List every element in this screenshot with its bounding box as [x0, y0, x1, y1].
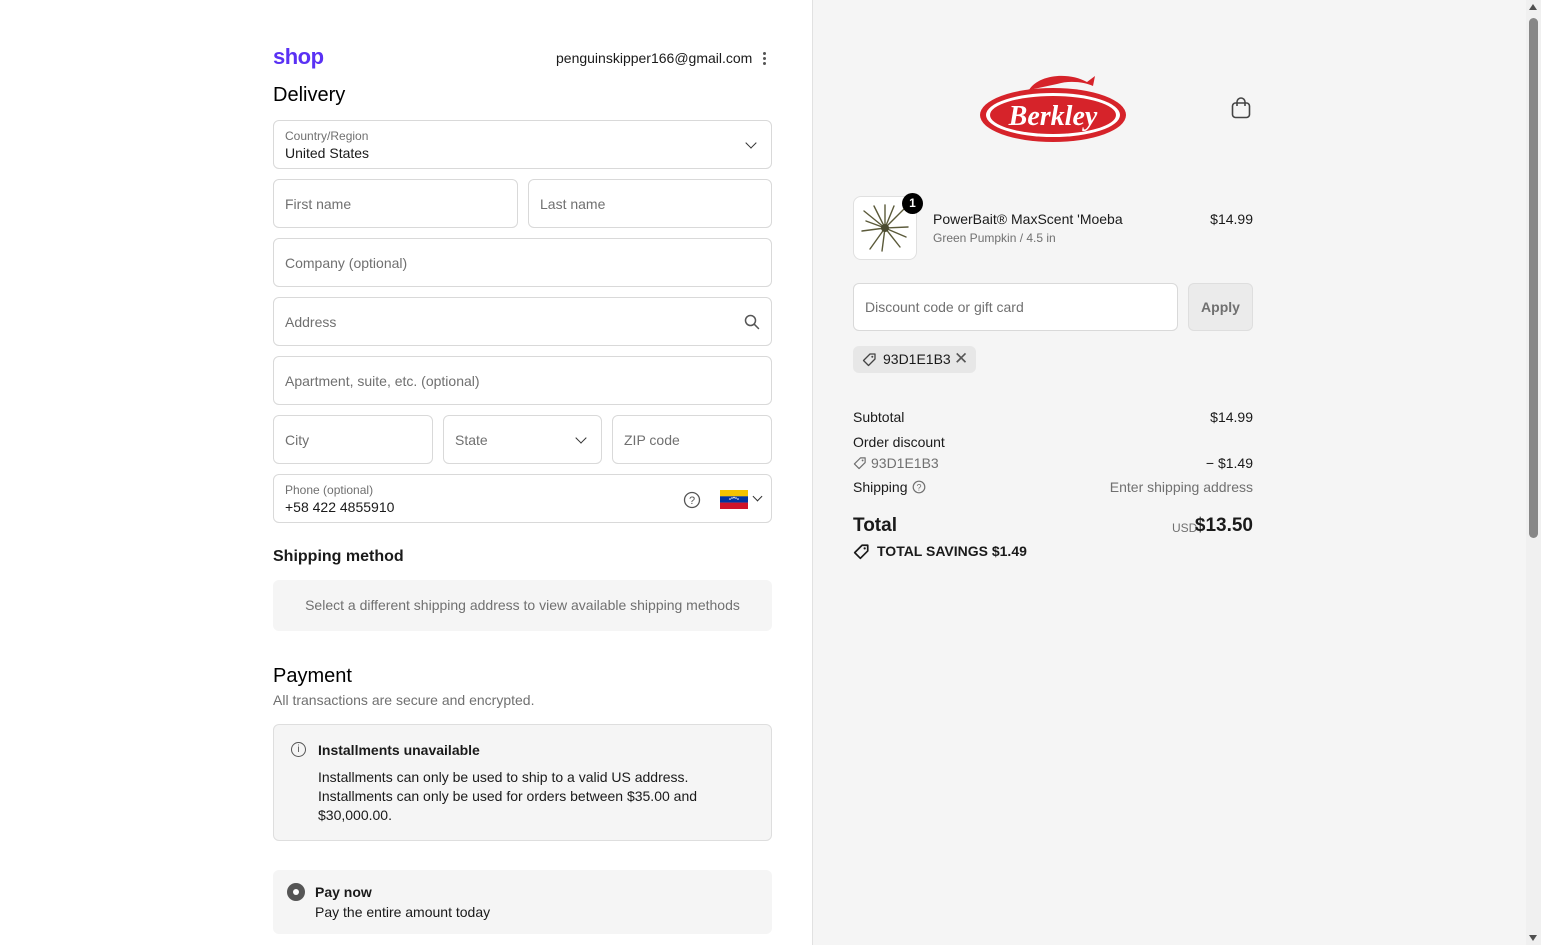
installments-alert: i Installments unavailable Installments … — [273, 724, 772, 841]
brand-wordmark: Berkley — [1008, 101, 1098, 132]
total-label: Total — [853, 515, 897, 536]
discount-code-label: 93D1E1B3 — [871, 455, 939, 471]
first-name-field[interactable]: First name — [273, 179, 518, 228]
discount-value: − $1.49 — [1205, 455, 1253, 471]
chevron-down-icon — [752, 491, 763, 502]
product-variant: Green Pumpkin / 4.5 in — [933, 231, 1056, 245]
country-label: Country/Region — [285, 129, 369, 143]
search-icon — [744, 314, 760, 330]
more-options-icon[interactable] — [760, 50, 770, 66]
payment-heading: Payment — [273, 665, 352, 687]
total-value: $13.50 — [1194, 515, 1253, 536]
alert-line: Installments can only be used for orders… — [318, 788, 698, 804]
subtotal-label: Subtotal — [853, 409, 905, 425]
zip-placeholder: ZIP code — [624, 431, 680, 448]
city-placeholder: City — [285, 431, 310, 448]
subtotal-value: $14.99 — [1210, 409, 1253, 425]
shopping-bag-icon[interactable] — [1231, 97, 1251, 119]
apartment-field[interactable]: Apartment, suite, etc. (optional) — [273, 356, 772, 405]
savings-tag-icon — [853, 544, 869, 560]
alert-line: Installments can only be used to ship to… — [318, 769, 689, 785]
chevron-down-icon — [745, 137, 757, 149]
scroll-thumb[interactable] — [1529, 18, 1538, 538]
country-value: United States — [285, 145, 370, 161]
chevron-down-icon — [575, 432, 587, 444]
state-placeholder: State — [455, 431, 488, 448]
payment-subtitle: All transactions are secure and encrypte… — [273, 692, 535, 708]
discount-placeholder: Discount code or gift card — [865, 299, 1024, 315]
svg-text:?: ? — [689, 495, 695, 507]
delivery-heading: Delivery — [273, 84, 346, 106]
first-name-placeholder: First name — [285, 195, 352, 212]
address-placeholder: Address — [285, 313, 337, 330]
checkout-form-panel: shop penguinskipper166@gmail.com Deliver… — [0, 0, 812, 945]
zip-field[interactable]: ZIP code — [612, 415, 772, 464]
shipping-label: Shipping — [853, 479, 908, 495]
country-select[interactable]: Country/Region United States — [273, 120, 772, 169]
quantity-badge: 1 — [902, 193, 923, 214]
scrollbar[interactable] — [1526, 0, 1541, 945]
discount-code-input[interactable]: Discount code or gift card — [853, 283, 1178, 331]
order-discount-label: Order discount — [853, 434, 945, 450]
tag-icon — [853, 457, 866, 470]
venezuela-flag-icon[interactable] — [720, 490, 748, 509]
applied-code: 93D1E1B3 — [883, 351, 951, 367]
remove-discount-icon[interactable]: ✕ — [954, 349, 968, 369]
info-icon: i — [291, 742, 306, 757]
state-select[interactable]: State — [443, 415, 602, 464]
last-name-field[interactable]: Last name — [528, 179, 772, 228]
product-name: PowerBait® MaxScent 'Moeba — [933, 211, 1123, 227]
pay-now-title: Pay now — [315, 884, 372, 900]
apply-button[interactable]: Apply — [1188, 283, 1253, 331]
shipping-method-notice: Select a different shipping address to v… — [273, 580, 772, 631]
alert-title: Installments unavailable — [318, 742, 480, 758]
account-email: penguinskipper166@gmail.com — [556, 50, 753, 66]
alert-line: $30,000.00. — [318, 807, 392, 823]
last-name-placeholder: Last name — [540, 195, 606, 212]
pay-now-subtitle: Pay the entire amount today — [315, 904, 491, 920]
phone-field[interactable]: Phone (optional) +58 422 4855910 ? — [273, 474, 772, 523]
product-price: $14.99 — [1210, 211, 1253, 227]
scroll-up-icon[interactable] — [1529, 4, 1537, 10]
order-summary-panel — [812, 0, 1527, 945]
applied-discount-chip: 93D1E1B3 ✕ — [853, 346, 976, 373]
shop-logo[interactable]: shop — [273, 44, 324, 70]
total-savings: TOTAL SAVINGS $1.49 — [877, 543, 1027, 559]
company-field[interactable]: Company (optional) — [273, 238, 772, 287]
phone-label: Phone (optional) — [285, 483, 374, 497]
city-field[interactable]: City — [273, 415, 433, 464]
apartment-placeholder: Apartment, suite, etc. (optional) — [285, 372, 480, 389]
help-icon[interactable]: ? — [683, 491, 701, 509]
tag-icon — [862, 353, 876, 367]
company-placeholder: Company (optional) — [285, 254, 408, 271]
pay-now-radio[interactable] — [287, 883, 305, 901]
address-field[interactable]: Address — [273, 297, 772, 346]
svg-text:?: ? — [916, 482, 921, 492]
pay-now-option[interactable]: Pay now Pay the entire amount today — [273, 870, 772, 934]
berkley-logo[interactable]: Berkley — [977, 70, 1129, 146]
shipping-method-heading: Shipping method — [273, 548, 404, 565]
shipping-value: Enter shipping address — [1109, 479, 1253, 495]
help-icon[interactable]: ? — [912, 480, 926, 494]
phone-value: +58 422 4855910 — [285, 499, 395, 515]
scroll-down-icon[interactable] — [1529, 935, 1537, 941]
